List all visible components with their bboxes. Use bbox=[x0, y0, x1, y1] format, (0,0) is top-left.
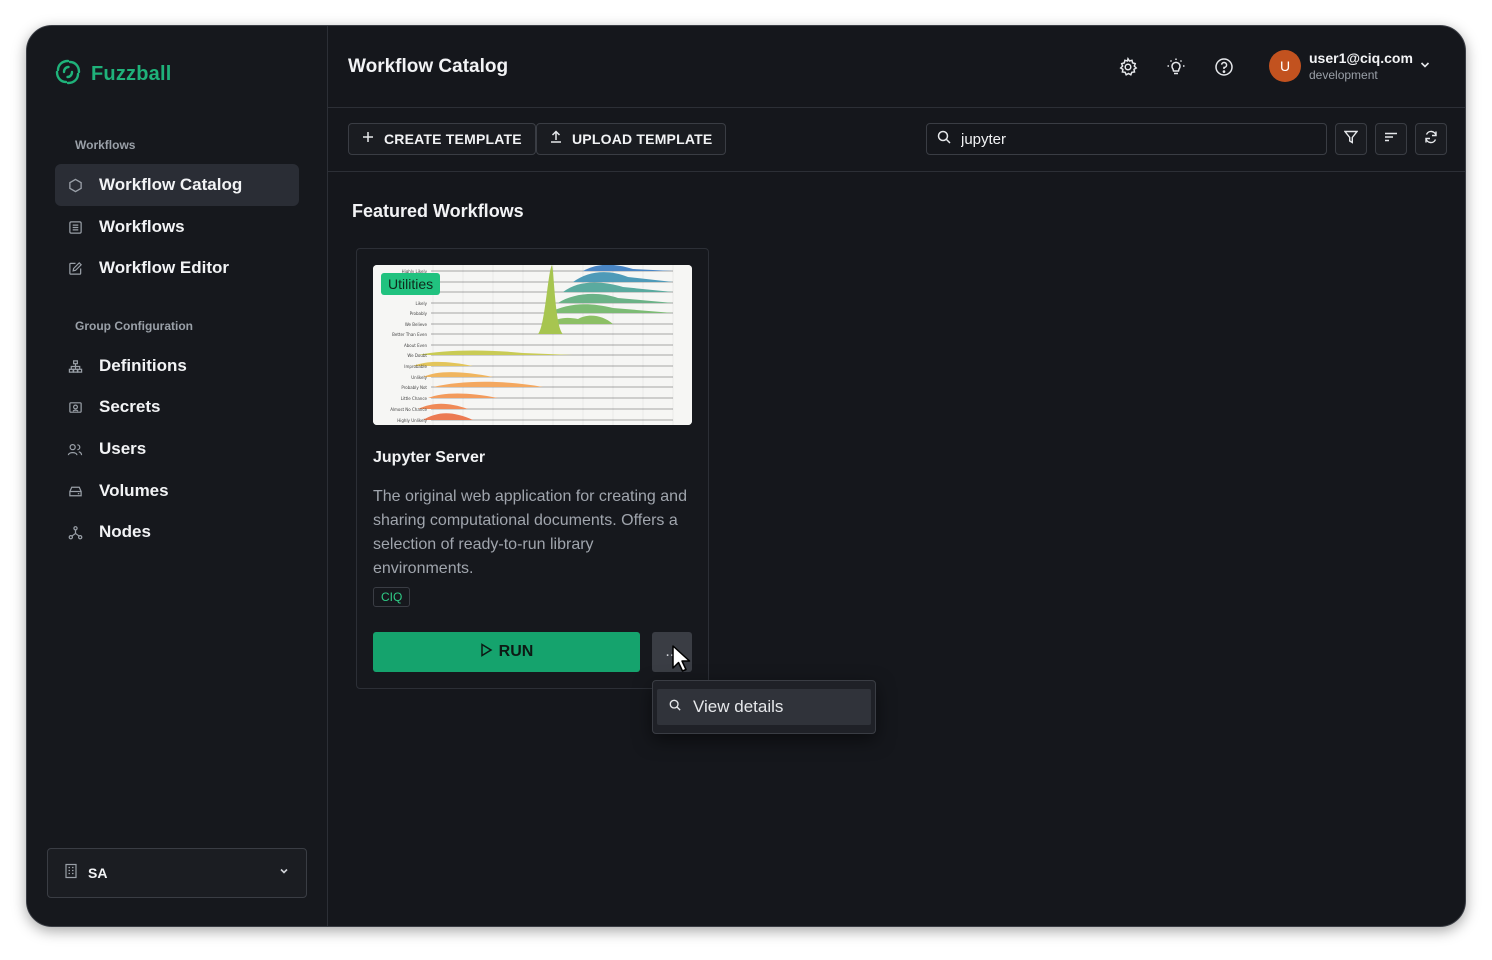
create-template-label: CREATE TEMPLATE bbox=[384, 131, 522, 147]
sidebar-item-workflow-editor[interactable]: Workflow Editor bbox=[55, 247, 299, 289]
card-description: The original web application for creatin… bbox=[373, 488, 687, 577]
sort-button[interactable] bbox=[1375, 123, 1407, 155]
organization-label: SA bbox=[88, 865, 108, 881]
app-window: Fuzzball Workflows Workflow Catalog Work… bbox=[26, 25, 1466, 927]
organization-select[interactable]: SA bbox=[47, 848, 307, 898]
svg-text:Probably Not: Probably Not bbox=[401, 385, 427, 390]
help-icon[interactable] bbox=[1213, 56, 1235, 78]
sidebar-item-workflows[interactable]: Workflows bbox=[55, 206, 299, 248]
refresh-icon bbox=[1424, 130, 1438, 149]
svg-text:Almost No Chance: Almost No Chance bbox=[390, 407, 427, 412]
sidebar-item-label: Workflow Catalog bbox=[99, 175, 243, 194]
section-label-workflows: Workflows bbox=[75, 138, 136, 152]
workflow-card[interactable]: Highly Likely Likely Probably We Believe… bbox=[356, 248, 709, 689]
svg-text:Unlikely: Unlikely bbox=[411, 375, 427, 380]
top-header: Workflow Catalog U user1@ciq.com develop… bbox=[328, 26, 1465, 108]
sidebar: Fuzzball Workflows Workflow Catalog Work… bbox=[27, 26, 328, 926]
upload-icon bbox=[550, 130, 562, 148]
chevron-down-icon[interactable] bbox=[1418, 58, 1432, 77]
sidebar-item-label: Workflow Editor bbox=[99, 258, 230, 277]
svg-text:We Believe: We Believe bbox=[405, 322, 428, 327]
filter-button[interactable] bbox=[1335, 123, 1367, 155]
svg-text:Little Chance: Little Chance bbox=[401, 396, 428, 401]
sidebar-item-secrets[interactable]: Secrets bbox=[55, 386, 299, 428]
hexagon-icon bbox=[67, 177, 83, 193]
sidebar-item-workflow-catalog[interactable]: Workflow Catalog bbox=[55, 164, 299, 206]
svg-text:About Even: About Even bbox=[404, 343, 427, 348]
sidebar-item-label: Workflows bbox=[99, 217, 185, 236]
user-environment: development bbox=[1309, 68, 1378, 82]
svg-text:Probably: Probably bbox=[410, 311, 428, 316]
sidebar-item-nodes[interactable]: Nodes bbox=[55, 511, 299, 553]
sidebar-item-label: Volumes bbox=[99, 481, 169, 500]
sidebar-item-label: Definitions bbox=[99, 356, 187, 375]
list-icon bbox=[67, 219, 83, 235]
theme-lightbulb-icon[interactable] bbox=[1165, 56, 1187, 78]
create-template-button[interactable]: CREATE TEMPLATE bbox=[348, 123, 536, 155]
upload-template-label: UPLOAD TEMPLATE bbox=[572, 131, 713, 147]
view-details-menu-item[interactable]: View details bbox=[657, 689, 871, 725]
fuzzball-logo-icon bbox=[53, 57, 83, 92]
svg-text:Better Than Even: Better Than Even bbox=[392, 332, 427, 337]
search-input[interactable] bbox=[961, 130, 1301, 148]
sidebar-item-volumes[interactable]: Volumes bbox=[55, 470, 299, 512]
sidebar-item-label: Nodes bbox=[99, 522, 151, 541]
app-name: Fuzzball bbox=[91, 63, 172, 85]
filter-icon bbox=[1343, 130, 1359, 149]
users-icon bbox=[67, 441, 83, 457]
settings-gear-icon[interactable] bbox=[1117, 56, 1139, 78]
upload-template-button[interactable]: UPLOAD TEMPLATE bbox=[536, 123, 727, 155]
nodes-icon bbox=[67, 524, 83, 540]
play-icon bbox=[480, 642, 493, 662]
building-icon bbox=[64, 863, 78, 884]
toolbar: CREATE TEMPLATE UPLOAD TEMPLATE bbox=[328, 108, 1465, 172]
user-email: user1@ciq.com bbox=[1309, 50, 1413, 66]
sidebar-item-definitions[interactable]: Definitions bbox=[55, 345, 299, 387]
card-context-menu: View details bbox=[652, 680, 876, 734]
app-logo[interactable]: Fuzzball bbox=[53, 57, 172, 92]
card-title: Jupyter Server bbox=[373, 449, 486, 466]
plus-icon bbox=[362, 130, 374, 148]
sidebar-item-label: Secrets bbox=[99, 397, 161, 416]
refresh-button[interactable] bbox=[1415, 123, 1447, 155]
page-title: Workflow Catalog bbox=[348, 56, 509, 77]
edit-icon bbox=[67, 260, 83, 276]
mouse-cursor-icon bbox=[671, 644, 693, 679]
publisher-tag: CIQ bbox=[373, 587, 411, 607]
category-badge: Utilities bbox=[381, 273, 441, 295]
svg-text:Improbable: Improbable bbox=[404, 364, 427, 369]
svg-text:Highly Unlikely: Highly Unlikely bbox=[397, 418, 427, 423]
search-icon bbox=[669, 698, 681, 716]
sort-icon bbox=[1384, 130, 1398, 148]
chevron-down-icon bbox=[278, 864, 290, 882]
view-details-label: View details bbox=[693, 697, 784, 716]
run-label: RUN bbox=[498, 643, 534, 660]
section-label-group-configuration: Group Configuration bbox=[75, 319, 193, 333]
featured-workflows-heading: Featured Workflows bbox=[352, 201, 524, 221]
drive-icon bbox=[67, 483, 83, 499]
run-button[interactable]: RUN bbox=[373, 632, 640, 672]
sidebar-item-users[interactable]: Users bbox=[55, 428, 299, 470]
search-icon bbox=[937, 130, 951, 149]
search-box bbox=[926, 123, 1327, 155]
svg-text:Likely: Likely bbox=[416, 301, 428, 306]
sidebar-item-label: Users bbox=[99, 439, 147, 458]
avatar[interactable]: U bbox=[1269, 50, 1301, 82]
svg-text:We Doubt: We Doubt bbox=[407, 353, 427, 358]
secret-icon bbox=[67, 399, 83, 415]
hierarchy-icon bbox=[67, 358, 83, 374]
